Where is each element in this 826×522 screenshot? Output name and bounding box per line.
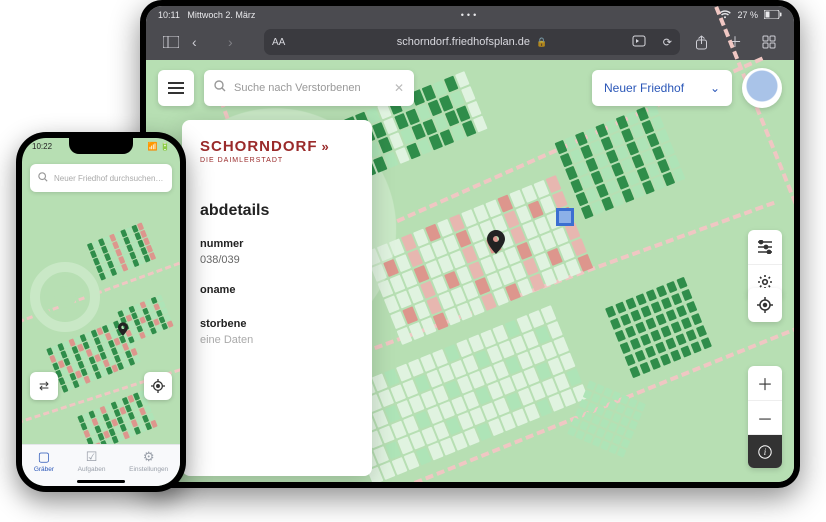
locate-button[interactable] — [748, 288, 782, 322]
map-pin-icon[interactable] — [487, 230, 505, 260]
settings-icon: ⚙ — [143, 449, 155, 465]
search-icon — [38, 169, 48, 187]
tablet-screen: 10:11 Mittwoch 2. März ••• 27 % ‹ › — [146, 6, 794, 482]
selected-grave-marker[interactable] — [556, 208, 574, 226]
phone-device: 10:22 📶 🔋 ⇄ — [16, 132, 186, 492]
battery-icon — [764, 10, 782, 21]
tab-graves[interactable]: ▢ Gräber — [34, 449, 54, 486]
status-handle-icon: ••• — [461, 10, 479, 20]
brand-logo: SCHORNDORF » — [200, 138, 372, 155]
phone-status-time: 10:22 — [32, 142, 52, 158]
search-icon — [214, 79, 226, 97]
zoom-out-button[interactable]: － — [748, 400, 782, 434]
grave-icon: ▢ — [38, 449, 50, 465]
phone-search-box[interactable] — [30, 164, 172, 192]
grave-cluster[interactable] — [87, 222, 156, 280]
info-button[interactable]: i — [748, 434, 782, 468]
tablet-device: 10:11 Mittwoch 2. März ••• 27 % ‹ › — [140, 0, 800, 488]
grave-cluster[interactable] — [365, 175, 593, 345]
tab-label: Einstellungen — [129, 466, 168, 473]
phone-swap-button[interactable]: ⇄ — [30, 372, 58, 400]
panel-title: abdetails — [200, 202, 372, 220]
zoom-in-button[interactable]: ＋ — [748, 366, 782, 400]
text-size-icon[interactable]: AA — [272, 37, 285, 48]
sidebar-toggle-icon[interactable] — [158, 29, 184, 55]
map-top-controls: ✕ Neuer Friedhof ⌄ — [158, 70, 782, 106]
url-bar[interactable]: AA schorndorf.friedhofsplan.de 🔒 ⟳ — [264, 29, 680, 55]
forward-button[interactable]: › — [228, 34, 256, 50]
status-date: Mittwoch 2. März — [187, 10, 255, 20]
cemetery-select[interactable]: Neuer Friedhof ⌄ — [592, 70, 732, 106]
phone-notch — [69, 138, 133, 154]
home-indicator[interactable] — [77, 480, 125, 483]
phone-search-input[interactable] — [54, 174, 164, 183]
url-text: schorndorf.friedhofsplan.de — [397, 36, 530, 48]
grave-cluster[interactable] — [555, 103, 686, 219]
phone-locate-button[interactable] — [144, 372, 172, 400]
grave-number-label: nummer — [200, 238, 372, 250]
back-button[interactable]: ‹ — [192, 34, 220, 50]
share-icon[interactable] — [688, 29, 714, 55]
lock-icon: 🔒 — [536, 37, 547, 48]
phone-cemetery-map[interactable]: ⇄ — [22, 192, 180, 444]
brand-subtitle: DIE DAIMLERSTADT — [200, 157, 372, 164]
reader-icon[interactable] — [632, 35, 646, 50]
tasks-icon: ☑ — [86, 449, 98, 465]
search-input[interactable] — [234, 82, 386, 94]
phone-screen: 10:22 📶 🔋 ⇄ — [22, 138, 180, 486]
battery-text: 27 % — [737, 10, 758, 20]
map-pin-icon[interactable] — [118, 322, 128, 339]
grave-detail-panel: SCHORNDORF » DIE DAIMLERSTADT abdetails … — [182, 120, 372, 476]
grave-cluster[interactable] — [605, 277, 712, 378]
tab-settings[interactable]: ⚙ Einstellungen — [129, 449, 168, 486]
tab-label: Aufgaben — [78, 466, 106, 473]
map-zoom-rail: ＋ － i — [748, 366, 782, 468]
phone-status-icons: 📶 🔋 — [148, 142, 170, 158]
reload-icon[interactable]: ⟳ — [663, 36, 672, 49]
ipad-status-bar: 10:11 Mittwoch 2. März ••• 27 % — [146, 6, 794, 24]
clear-search-icon[interactable]: ✕ — [394, 81, 404, 95]
tabs-overview-icon[interactable] — [756, 29, 782, 55]
user-avatar[interactable] — [742, 68, 782, 108]
search-box[interactable]: ✕ — [204, 70, 414, 106]
safari-toolbar: ‹ › AA schorndorf.friedhofsplan.de 🔒 ⟳ ＋ — [146, 24, 794, 60]
layers-button[interactable] — [748, 230, 782, 264]
deceased-label: storbene — [200, 318, 372, 330]
cemetery-map[interactable]: ✕ Neuer Friedhof ⌄ — [146, 60, 794, 482]
deceased-value: eine Daten — [200, 334, 372, 346]
grave-number-value: 038/039 — [200, 254, 372, 266]
chevron-down-icon: ⌄ — [710, 81, 720, 95]
grave-name-label: oname — [200, 284, 372, 296]
status-time: 10:11 — [158, 10, 180, 20]
brand-chevron-icon: » — [322, 139, 327, 154]
cemetery-select-label: Neuer Friedhof — [604, 81, 684, 95]
menu-button[interactable] — [158, 70, 194, 106]
tab-label: Gräber — [34, 466, 54, 473]
grave-cluster[interactable] — [336, 305, 589, 482]
